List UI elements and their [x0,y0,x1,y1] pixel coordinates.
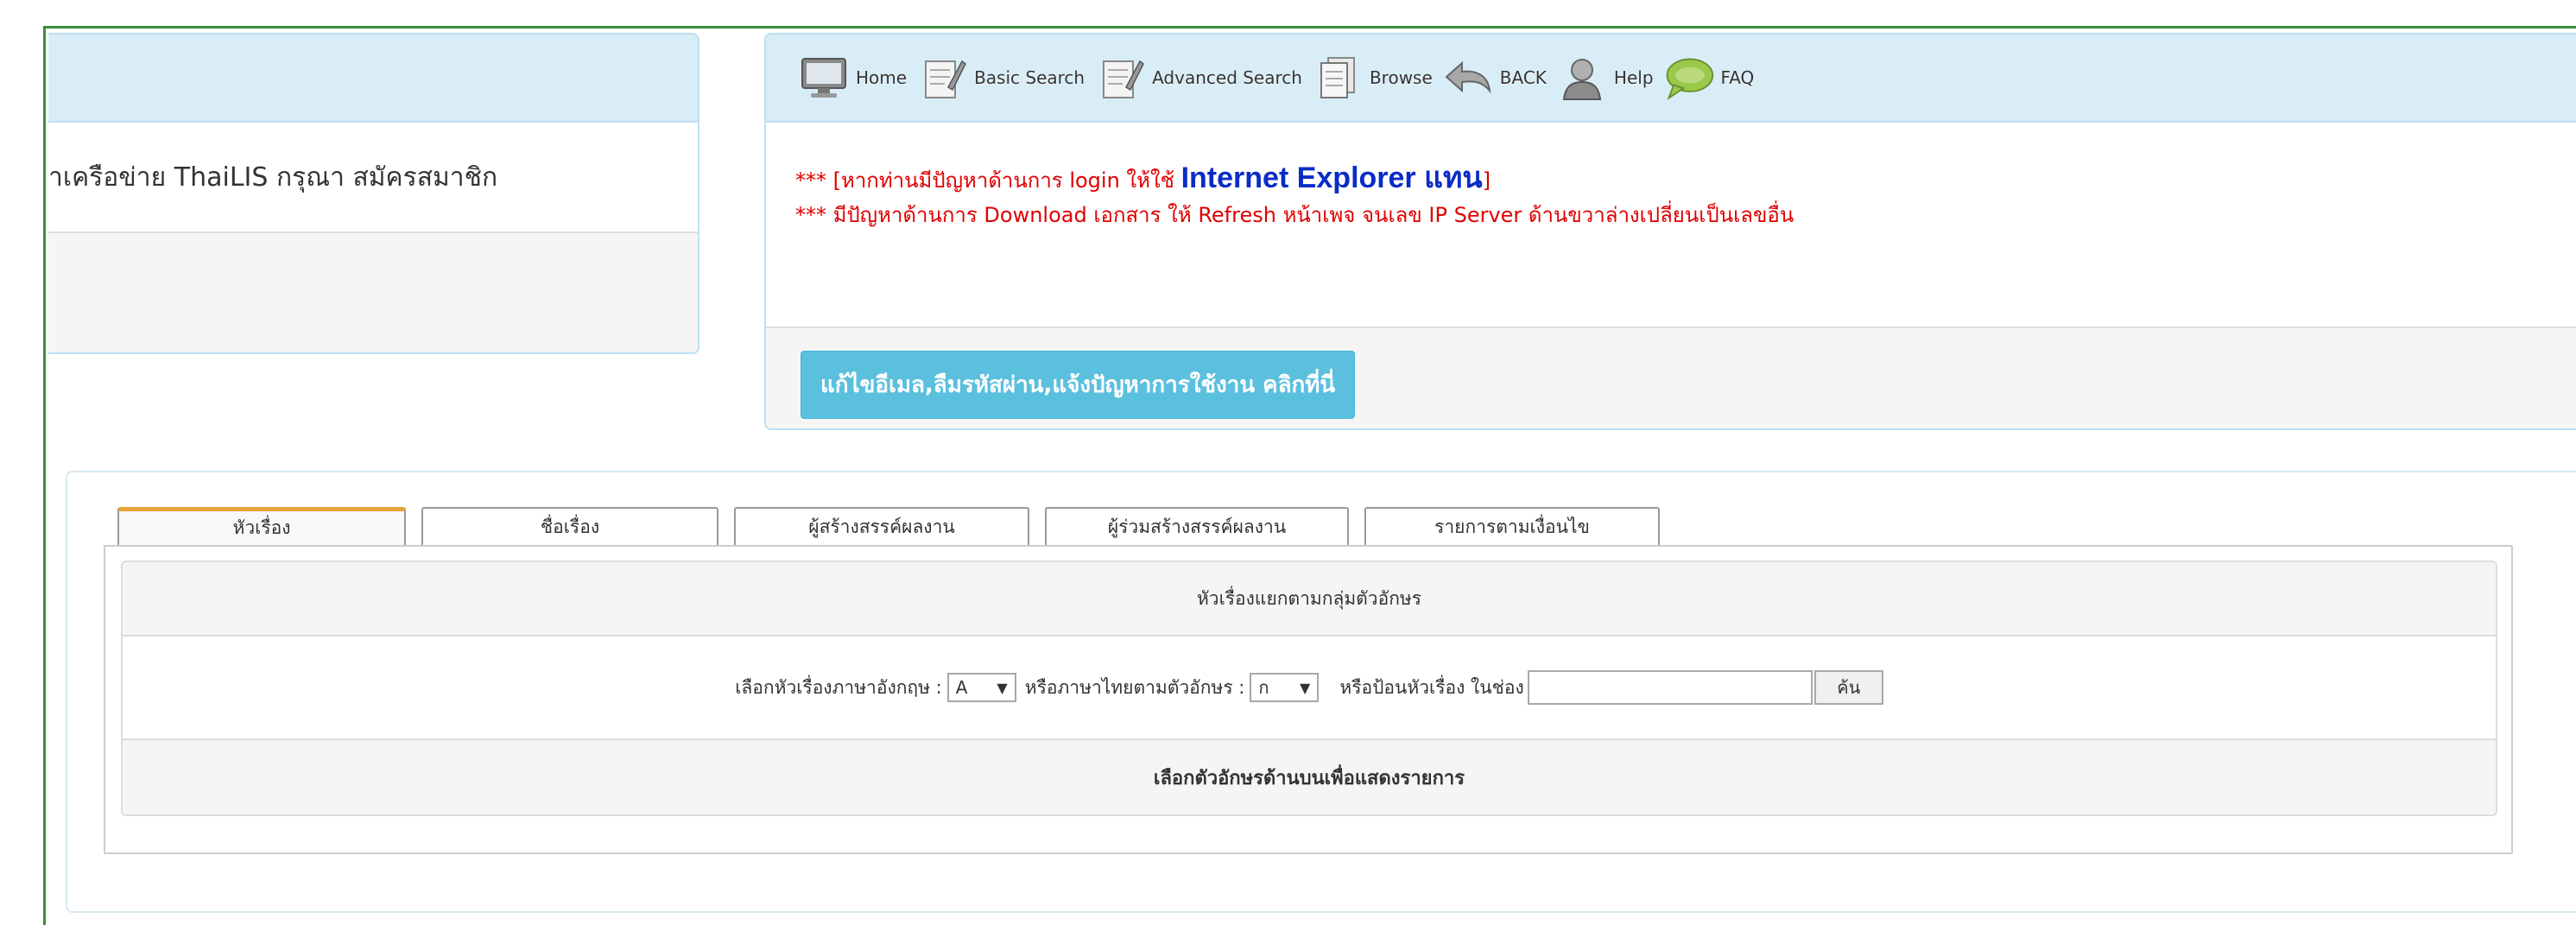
login-panel: าเครือข่าย ThaiLIS กรุณา สมัครสมาชิก [48,33,699,354]
browse-tabs: หัวเรื่อง ชื่อเรื่อง ผู้สร้างสรรค์ผลงาน … [117,507,1675,545]
browse-panel: หัวเรื่อง ชื่อเรื่อง ผู้สร้างสรรค์ผลงาน … [66,471,2576,913]
nav-help-label: Help [1613,67,1654,88]
login-notice-highlight: Internet Explorer แทน [1180,162,1483,194]
nav-basic-search[interactable]: Basic Search [915,51,1085,105]
subject-browse-heading: หัวเรื่องแยกตามกลุ่มตัวอักษร [123,562,2496,637]
subject-browse-instruction: เลือกตัวอักษรด้านบนเพื่อแสดงรายการ [123,740,2496,814]
monitor-icon [797,51,851,105]
person-help-icon [1555,51,1609,105]
download-notice: *** มีปัญหาด้านการ Download เอกสาร ให้ R… [795,203,1794,227]
document-edit-icon [915,51,969,105]
dropdown-arrow-icon: ▼ [997,679,1008,696]
tab-conditional-list[interactable]: รายการตามเงื่อนไข [1364,507,1660,545]
subject-input-label: หรือป้อนหัวเรื่อง ในช่อง [1339,676,1524,698]
login-notice: *** [หากท่านมีปัญหาด้านการ login ให้ใช้ … [795,161,2576,198]
speech-bubble-icon [1662,51,1716,105]
english-letter-select[interactable]: A ▼ [946,673,1016,702]
search-button[interactable]: ค้น [1813,670,1883,705]
login-notice-suffix: ] [1482,168,1491,193]
documents-icon [1311,51,1364,105]
nav-browse[interactable]: Browse [1311,51,1433,105]
membership-message: าเครือข่าย ThaiLIS กรุณา สมัครสมาชิก [48,162,498,193]
tab-title[interactable]: ชื่อเรื่อง [421,507,718,545]
back-arrow-icon [1441,51,1495,105]
login-panel-header [48,35,698,123]
tab-content: หัวเรื่องแยกตามกลุ่มตัวอักษร เลือกหัวเรื… [104,545,2513,854]
login-panel-footer [48,233,698,352]
tab-contributor[interactable]: ผู้ร่วมสร้างสรรค์ผลงาน [1045,507,1349,545]
nav-back[interactable]: BACK [1441,51,1547,105]
nav-advanced-search-label: Advanced Search [1152,67,1302,88]
main-panel: Home Basic Search Advanced Search Browse… [764,33,2576,430]
nav-bar: Home Basic Search Advanced Search Browse… [766,35,2576,123]
nav-basic-search-label: Basic Search [974,67,1085,88]
main-panel-footer: แก้ไขอีเมล,ลืมรหัสผ่าน,แจ้งปัญหาการใช้งา… [766,328,2576,428]
thai-letter-select[interactable]: ก ▼ [1250,673,1320,702]
english-letter-value: A [955,677,968,698]
nav-help[interactable]: Help [1555,51,1654,105]
nav-back-label: BACK [1499,67,1547,88]
notice-area: *** [หากท่านมีปัญหาด้านการ login ให้ใช้ … [766,123,2576,328]
nav-home-label: Home [856,67,908,88]
nav-faq-label: FAQ [1720,67,1755,88]
login-notice-prefix: *** [หากท่านมีปัญหาด้านการ login ให้ใช้ [795,168,1181,193]
nav-advanced-search[interactable]: Advanced Search [1093,51,1302,105]
nav-browse-label: Browse [1369,67,1433,88]
document-edit-icon [1093,51,1147,105]
thai-letter-value: ก [1258,677,1269,698]
nav-home[interactable]: Home [797,51,907,105]
nav-faq[interactable]: FAQ [1662,51,1755,105]
tab-subject[interactable]: หัวเรื่อง [117,507,406,545]
thai-select-label: หรือภาษาไทยตามตัวอักษร : [1024,676,1245,698]
subject-browse-controls: เลือกหัวเรื่องภาษาอังกฤษ : A ▼ หรือภาษาไ… [123,637,2496,740]
account-help-button[interactable]: แก้ไขอีเมล,ลืมรหัสผ่าน,แจ้งปัญหาการใช้งา… [801,351,1356,419]
english-select-label: เลือกหัวเรื่องภาษาอังกฤษ : [735,676,942,698]
tab-creator[interactable]: ผู้สร้างสรรค์ผลงาน [734,507,1029,545]
login-panel-body: าเครือข่าย ThaiLIS กรุณา สมัครสมาชิก [48,123,698,233]
subject-browse-box: หัวเรื่องแยกตามกลุ่มตัวอักษร เลือกหัวเรื… [121,561,2497,816]
dropdown-arrow-icon: ▼ [1300,679,1311,696]
subject-input[interactable] [1527,670,1813,705]
